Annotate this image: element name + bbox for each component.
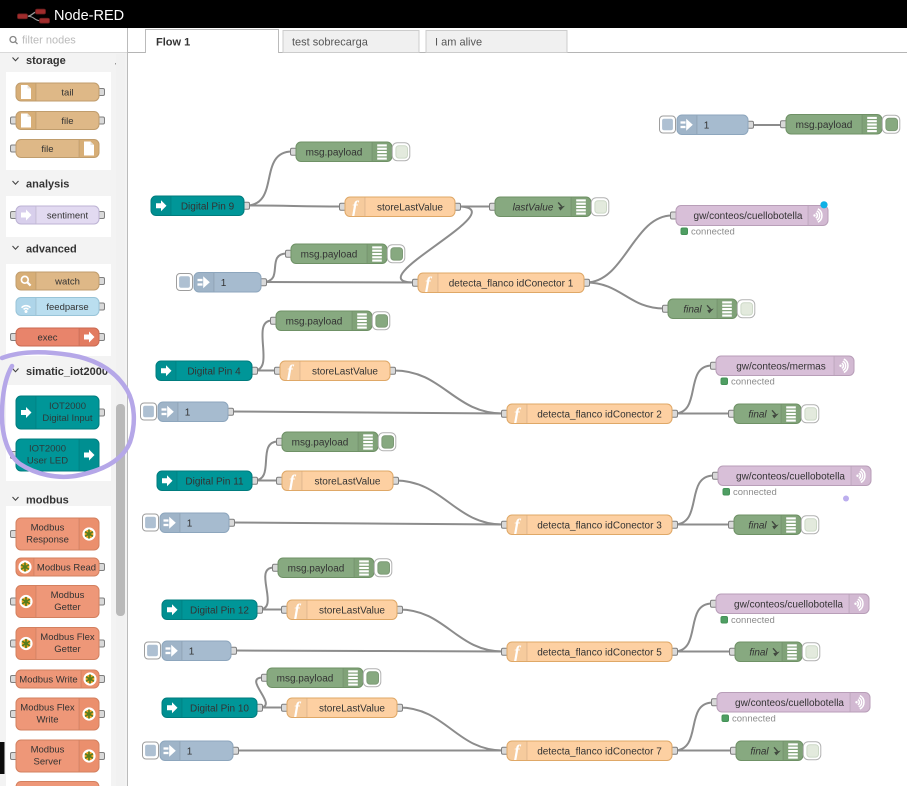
svg-text:advanced: advanced xyxy=(26,244,77,256)
svg-text:final: final xyxy=(748,520,767,531)
svg-text:msg.payload: msg.payload xyxy=(288,563,345,574)
svg-text:final: final xyxy=(750,746,769,757)
svg-text:storeLastValue: storeLastValue xyxy=(312,366,378,377)
svg-text:1: 1 xyxy=(187,518,193,529)
svg-text:detecta_flanco idConector 1: detecta_flanco idConector 1 xyxy=(449,278,574,289)
svg-text:connected: connected xyxy=(731,615,775,626)
svg-text:Digital Pin 9: Digital Pin 9 xyxy=(181,201,235,212)
svg-text:detecta_flanco idConector 3: detecta_flanco idConector 3 xyxy=(537,520,662,531)
svg-text:Digital Pin 11: Digital Pin 11 xyxy=(185,476,244,487)
svg-text:gw/conteos/mermas: gw/conteos/mermas xyxy=(736,361,825,372)
svg-text:final: final xyxy=(683,304,702,315)
svg-text:lastValue: lastValue xyxy=(513,202,554,213)
svg-text:User LED: User LED xyxy=(27,456,68,467)
svg-text:tail: tail xyxy=(61,88,73,99)
svg-text:storeLastValue: storeLastValue xyxy=(315,476,381,487)
svg-text:I am alive: I am alive xyxy=(435,37,482,49)
svg-text:Modbus: Modbus xyxy=(31,745,65,756)
svg-text:Write: Write xyxy=(37,715,59,726)
svg-text:filter nodes: filter nodes xyxy=(22,35,76,47)
svg-text:msg.payload: msg.payload xyxy=(292,437,349,448)
svg-text:1: 1 xyxy=(185,407,191,418)
svg-text:watch: watch xyxy=(54,277,80,288)
svg-text:IOT2000: IOT2000 xyxy=(49,401,86,412)
svg-text:detecta_flanco idConector 7: detecta_flanco idConector 7 xyxy=(537,746,662,757)
svg-text:Modbus: Modbus xyxy=(31,523,65,534)
svg-text:storeLastValue: storeLastValue xyxy=(319,605,385,616)
svg-text:1: 1 xyxy=(189,646,195,657)
svg-text:connected: connected xyxy=(733,487,777,498)
svg-text:gw/conteos/cuellobotella: gw/conteos/cuellobotella xyxy=(735,698,844,709)
svg-text:msg.payload: msg.payload xyxy=(301,249,358,260)
svg-text:1: 1 xyxy=(704,120,710,131)
svg-text:exec: exec xyxy=(37,333,57,344)
svg-text:simatic_iot2000: simatic_iot2000 xyxy=(26,366,108,378)
svg-text:Modbus Read: Modbus Read xyxy=(37,563,96,574)
svg-text:gw/conteos/cuellobotella: gw/conteos/cuellobotella xyxy=(734,599,843,610)
svg-text:msg.payload: msg.payload xyxy=(286,316,343,327)
svg-text:IOT2000: IOT2000 xyxy=(29,444,66,455)
svg-text:connected: connected xyxy=(691,227,735,238)
svg-text:1: 1 xyxy=(187,746,193,757)
svg-text:final: final xyxy=(748,409,767,420)
svg-text:sentiment: sentiment xyxy=(47,211,89,222)
svg-text:Flow 1: Flow 1 xyxy=(156,37,190,49)
svg-text:1: 1 xyxy=(221,278,227,289)
svg-text:Modbus Flex: Modbus Flex xyxy=(40,632,95,643)
svg-text:Node-RED: Node-RED xyxy=(54,8,124,24)
svg-text:file: file xyxy=(41,144,53,155)
svg-text:file: file xyxy=(61,116,73,127)
svg-text:Digital Pin 12: Digital Pin 12 xyxy=(190,605,249,616)
svg-text:Response: Response xyxy=(26,535,69,546)
svg-text:Modbus: Modbus xyxy=(51,590,85,601)
svg-text:Digital Pin 10: Digital Pin 10 xyxy=(190,703,249,714)
svg-text:detecta_flanco idConector 2: detecta_flanco idConector 2 xyxy=(537,409,662,420)
svg-text:Getter: Getter xyxy=(54,644,80,655)
svg-text:Digital Pin 4: Digital Pin 4 xyxy=(187,366,241,377)
svg-text:modbus: modbus xyxy=(26,495,69,507)
svg-text:detecta_flanco idConector 5: detecta_flanco idConector 5 xyxy=(537,647,662,658)
svg-text:connected: connected xyxy=(732,714,776,725)
svg-text:test sobrecarga: test sobrecarga xyxy=(292,37,369,49)
svg-text:msg.payload: msg.payload xyxy=(277,673,334,684)
svg-text:final: final xyxy=(749,647,768,658)
svg-text:gw/conteos/cuellobotella: gw/conteos/cuellobotella xyxy=(736,471,845,482)
svg-text:gw/conteos/cuellobotella: gw/conteos/cuellobotella xyxy=(694,211,803,222)
svg-text:Modbus Flex: Modbus Flex xyxy=(20,703,75,714)
svg-text:Getter: Getter xyxy=(54,602,80,613)
svg-text:connected: connected xyxy=(731,377,775,388)
svg-text:feedparse: feedparse xyxy=(46,302,88,313)
svg-text:Server: Server xyxy=(34,757,62,768)
svg-text:msg.payload: msg.payload xyxy=(306,147,363,158)
svg-text:storeLastValue: storeLastValue xyxy=(319,703,385,714)
svg-text:Digital Input: Digital Input xyxy=(42,413,93,424)
svg-text:analysis: analysis xyxy=(26,179,69,191)
svg-text:Modbus Write: Modbus Write xyxy=(19,675,77,686)
svg-text:storage: storage xyxy=(26,55,66,67)
svg-text:storeLastValue: storeLastValue xyxy=(377,202,443,213)
svg-text:msg.payload: msg.payload xyxy=(796,120,853,131)
